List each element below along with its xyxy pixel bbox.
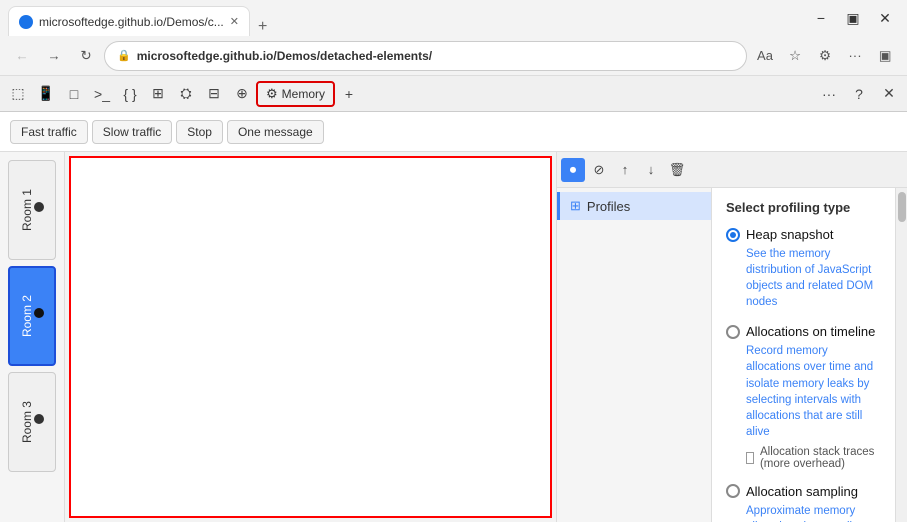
sampling-option: Allocation sampling Approximate memory a…: [726, 484, 881, 522]
devtools-help-button[interactable]: ?: [845, 80, 873, 108]
timeline-header[interactable]: Allocations on timeline: [726, 324, 881, 339]
room-3-dot: [34, 414, 44, 424]
memory-tab-button[interactable]: ⚙ Memory: [256, 81, 335, 107]
dt-inner-toolbar: ⏺ ⊘ ↑ ↓ 🗑: [557, 152, 907, 188]
refresh-button[interactable]: ↻: [72, 42, 100, 70]
rooms-sidebar: Room 1 Room 2 Room 3: [0, 152, 65, 522]
tab-title: microsoftedge.github.io/Demos/c...: [39, 15, 224, 29]
room-1-item[interactable]: Room 1: [8, 160, 56, 260]
allocation-stack-checkbox[interactable]: [746, 452, 754, 464]
app-toolbar: Fast traffic Slow traffic Stop One messa…: [0, 112, 907, 152]
back-button[interactable]: ←: [8, 42, 36, 70]
forward-button[interactable]: →: [40, 42, 68, 70]
new-tab-button[interactable]: +: [250, 18, 275, 36]
heap-snapshot-header[interactable]: Heap snapshot: [726, 227, 881, 242]
elements-panel-button[interactable]: □: [60, 80, 88, 108]
profiles-panel: ⊞ Profiles Select profiling type Heap sn…: [557, 188, 907, 522]
main-content: Room 1 Room 2 Room 3 ⏺ ⊘ ↑ ↓ 🗑: [0, 152, 907, 522]
sampling-radio[interactable]: [726, 484, 740, 498]
devtools-toolbar: ⬚ 📱 □ >_ { } ⊞ ⛭ ⊟ ⊕ ⚙ Memory + ··· ? ✕: [0, 76, 907, 112]
application-panel-button[interactable]: ⊟: [200, 80, 228, 108]
sources-panel-button[interactable]: { }: [116, 80, 144, 108]
profiles-sidebar: ⊞ Profiles: [557, 188, 712, 522]
network-panel-button[interactable]: ⊞: [144, 80, 172, 108]
address-bar[interactable]: 🔒 microsoftedge.github.io/Demos/detached…: [104, 41, 747, 71]
performance-panel-button[interactable]: ⛭: [172, 80, 200, 108]
heap-radio-inner: [730, 232, 736, 238]
profiles-icon: ⊞: [570, 198, 581, 214]
timeline-desc: Record memory allocations over time and …: [746, 343, 881, 440]
url-text: microsoftedge.github.io/Demos/detached-e…: [137, 49, 734, 63]
profiles-item[interactable]: ⊞ Profiles: [557, 192, 711, 220]
window-controls: − ▣ ✕: [807, 4, 899, 32]
timeline-suboption: Allocation stack traces (more overhead): [746, 446, 881, 470]
tab-bar: microsoftedge.github.io/Demos/c... ✕ +: [8, 0, 275, 36]
dt-upload-button[interactable]: ↑: [613, 158, 637, 182]
security-panel-button[interactable]: ⊕: [228, 80, 256, 108]
memory-tab-label: Memory: [282, 87, 325, 101]
tab-close-button[interactable]: ✕: [230, 15, 239, 28]
sampling-label: Allocation sampling: [746, 484, 858, 499]
timeline-radio[interactable]: [726, 325, 740, 339]
room-1-label: Room 1: [20, 189, 34, 231]
device-emulation-button[interactable]: 📱: [32, 80, 60, 108]
dt-stop-button[interactable]: ⊘: [587, 158, 611, 182]
profiling-title: Select profiling type: [726, 200, 881, 215]
room-2-item[interactable]: Room 2: [8, 266, 56, 366]
fast-traffic-button[interactable]: Fast traffic: [10, 120, 88, 144]
console-panel-button[interactable]: >_: [88, 80, 116, 108]
sampling-header[interactable]: Allocation sampling: [726, 484, 881, 499]
lock-icon: 🔒: [117, 49, 131, 62]
devtools-right-buttons: ··· ? ✕: [815, 80, 903, 108]
more-tools-button[interactable]: +: [335, 80, 363, 108]
room-2-dot: [34, 308, 44, 318]
heap-desc: See the memory distribution of JavaScrip…: [746, 246, 881, 310]
heap-snapshot-option: Heap snapshot See the memory distributio…: [726, 227, 881, 310]
dt-download-button[interactable]: ↓: [639, 158, 663, 182]
memory-gear-icon: ⚙: [266, 86, 278, 102]
dt-clear-button[interactable]: 🗑: [665, 158, 689, 182]
tab-favicon: [19, 15, 33, 29]
nav-bar: ← → ↻ 🔒 microsoftedge.github.io/Demos/de…: [0, 36, 907, 76]
inspect-element-button[interactable]: ⬚: [4, 80, 32, 108]
room-2-label: Room 2: [20, 295, 34, 337]
allocation-stack-label: Allocation stack traces (more overhead): [760, 446, 881, 470]
sidebar-button[interactable]: ▣: [871, 42, 899, 70]
title-bar: microsoftedge.github.io/Demos/c... ✕ + −…: [0, 0, 907, 36]
heap-label: Heap snapshot: [746, 227, 833, 242]
scrollbar-track: [895, 188, 907, 522]
devtools-close-button[interactable]: ✕: [875, 80, 903, 108]
room-3-item[interactable]: Room 3: [8, 372, 56, 472]
devtools-settings-button[interactable]: ···: [815, 80, 843, 108]
collections-button[interactable]: ⚙: [811, 42, 839, 70]
middle-content: [65, 152, 557, 522]
sampling-desc: Approximate memory allocations by sampli…: [746, 503, 881, 522]
one-message-button[interactable]: One message: [227, 120, 324, 144]
room-1-dot: [34, 202, 44, 212]
scrollbar-thumb[interactable]: [898, 192, 906, 222]
stop-button[interactable]: Stop: [176, 120, 223, 144]
minimize-button[interactable]: −: [807, 4, 835, 32]
timeline-option: Allocations on timeline Record memory al…: [726, 324, 881, 470]
profiling-type-panel: Select profiling type Heap snapshot See …: [712, 188, 895, 522]
heap-radio[interactable]: [726, 228, 740, 242]
favorites-button[interactable]: ☆: [781, 42, 809, 70]
nav-right-buttons: Aa ☆ ⚙ ··· ▣: [751, 42, 899, 70]
active-tab[interactable]: microsoftedge.github.io/Demos/c... ✕: [8, 6, 250, 36]
close-button[interactable]: ✕: [871, 4, 899, 32]
chat-area: [69, 156, 552, 518]
slow-traffic-button[interactable]: Slow traffic: [92, 120, 172, 144]
room-3-label: Room 3: [20, 401, 34, 443]
profiles-label: Profiles: [587, 199, 630, 214]
devtools-panel: ⏺ ⊘ ↑ ↓ 🗑 ⊞ Profiles Select profiling ty…: [557, 152, 907, 522]
dt-record-button[interactable]: ⏺: [561, 158, 585, 182]
more-button[interactable]: ···: [841, 42, 869, 70]
restore-button[interactable]: ▣: [839, 4, 867, 32]
read-aloud-button[interactable]: Aa: [751, 42, 779, 70]
timeline-label: Allocations on timeline: [746, 324, 875, 339]
